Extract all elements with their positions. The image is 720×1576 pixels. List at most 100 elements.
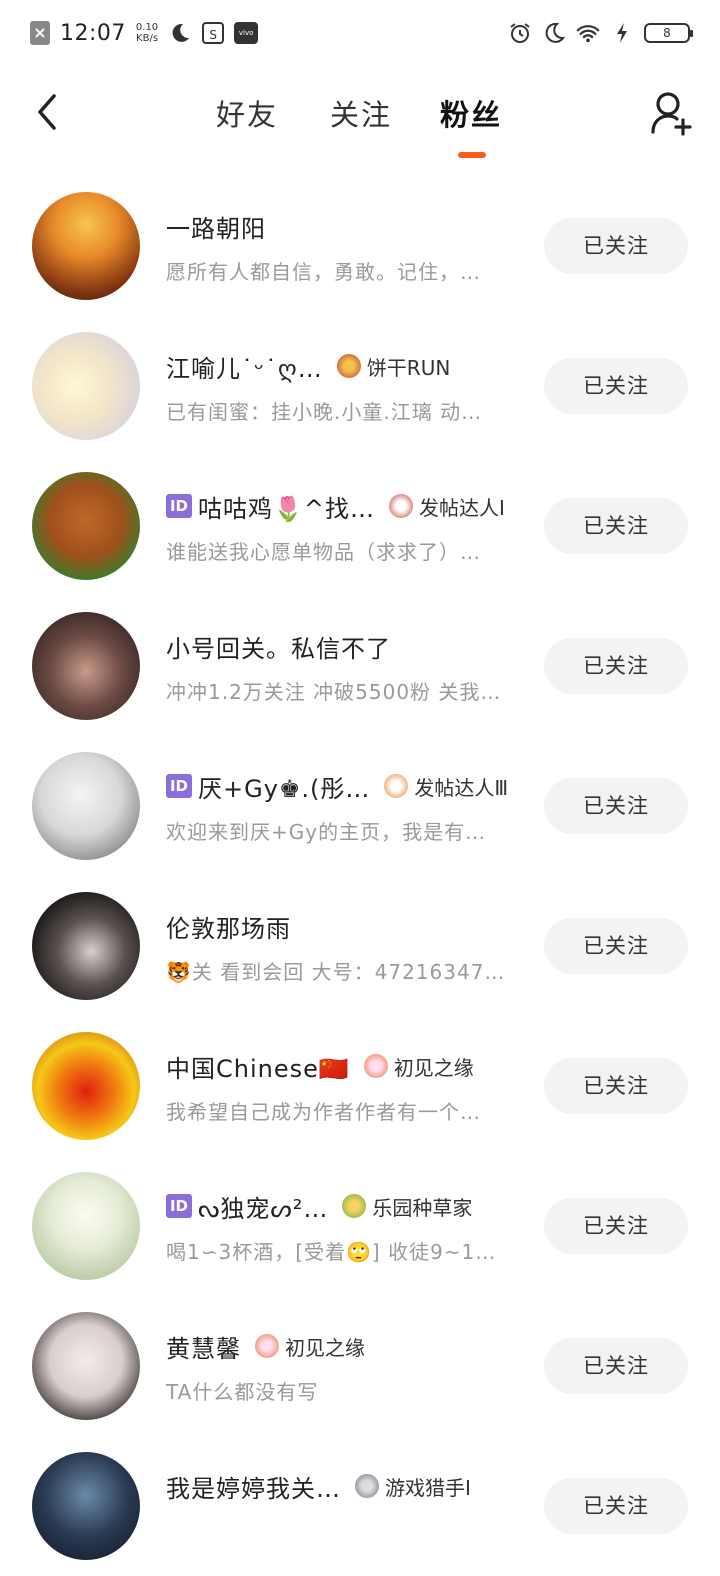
badge-label: 饼干RUN [366,355,451,380]
name-line: 黄慧馨 初见之缘 [166,1328,365,1364]
avatar[interactable] [32,192,140,300]
user-description: 我希望自己成为作者作者有一个… [166,1100,481,1124]
user-badge: 发帖达人Ⅰ [389,492,505,521]
network-speed-unit: KB/s [136,33,159,44]
followed-button[interactable]: 已关注 [544,218,688,274]
user-name: 小号回关。私信不了 [166,634,391,663]
list-item[interactable]: ID ᔓ独宠ᔕ²… 乐园种草家 喝1∽3杯酒，[受着🙄] 收徒9~1… 已关注 [0,1156,720,1296]
first-meet-badge-icon [363,1054,388,1078]
user-badge: 饼干RUN [336,352,451,381]
avatar[interactable] [32,332,140,440]
list-item[interactable]: 中国Chinese🇨🇳 初见之缘 我希望自己成为作者作者有一个… 已关注 [0,1016,720,1156]
wifi-icon [576,21,600,45]
user-name: 黄慧馨 [166,1334,241,1363]
name-line: ID 厌+Gy♚.(彤… 发帖达人Ⅲ [166,768,508,804]
status-left: × 12:07 0.10 KB/s S vivo [30,18,259,48]
list-item[interactable]: ID 厌+Gy♚.(彤… 发帖达人Ⅲ 欢迎来到厌+Gy的主页，我是有… 已关注 [0,736,720,876]
user-description: 🐯关 看到会回 大号：47216347… [166,960,506,984]
active-tab-indicator [458,152,486,158]
s-app-icon: S [202,22,225,44]
user-name: 我是婷婷我关… [166,1474,341,1503]
tab-fans[interactable]: 粉丝 [440,92,502,134]
id-badge-icon: ID [166,494,192,518]
name-line: 中国Chinese🇨🇳 初见之缘 [166,1048,474,1084]
network-speed-value: 0.10 [135,22,159,33]
avatar[interactable] [32,1032,140,1140]
avatar[interactable] [32,892,140,1000]
user-description: 喝1∽3杯酒，[受着🙄] 收徒9~1… [166,1240,497,1264]
list-item[interactable]: 我是婷婷我关… 游戏猎手Ⅰ 已关注 [0,1436,720,1576]
tab-bar: 好友 关注 粉丝 [0,66,720,176]
status-bar: × 12:07 0.10 KB/s S vivo 8 [0,0,720,66]
id-badge-icon: ID [166,1194,192,1218]
first-meet-badge-icon [255,1334,279,1358]
list-item[interactable]: ID 咕咕鸡🌷^找… 发帖达人Ⅰ 谁能送我心愿单物品（求求了）… 已关注 [0,456,720,596]
list-item[interactable]: 黄慧馨 初见之缘 TA什么都没有写 已关注 [0,1296,720,1436]
list-item[interactable]: 江喻儿˙ᵕ˙ღ… 饼干RUN 已有闺蜜：挂小晚.小童.江璃 动… 已关注 [0,316,720,456]
avatar[interactable] [32,752,140,860]
name-line: ID ᔓ独宠ᔕ²… 乐园种草家 [166,1188,472,1224]
notification-x-icon: × [30,21,50,45]
badge-label: 初见之缘 [285,1335,365,1360]
list-item[interactable]: 小号回关。私信不了 冲冲1.2万关注 冲破5500粉 关我… 已关注 [0,596,720,736]
user-name: 厌+Gy♚.(彤… [198,774,371,803]
followed-button[interactable]: 已关注 [544,498,688,554]
badge-label: 游戏猎手Ⅰ [385,1475,471,1500]
user-name: 伦敦那场雨 [166,914,291,943]
badge-label: 初见之缘 [393,1055,474,1080]
user-badge: 发帖达人Ⅲ [384,772,508,801]
status-right: 8 [508,18,693,48]
badge-label: 乐园种草家 [372,1195,473,1220]
user-badge: 游戏猎手Ⅰ [355,1472,471,1501]
name-line: 小号回关。私信不了 [166,628,391,664]
badge-label: 发帖达人Ⅰ [419,495,505,520]
avatar[interactable] [32,1172,140,1280]
user-description: 愿所有人都自信，勇敢。记住，… [166,260,481,284]
user-name: 咕咕鸡🌷^找… [198,494,375,523]
followed-button[interactable]: 已关注 [544,1058,688,1114]
name-line: 一路朝阳 [166,208,266,244]
name-line: 江喻儿˙ᵕ˙ღ… 饼干RUN [166,348,450,384]
user-badge: 乐园种草家 [342,1192,472,1221]
user-name: 一路朝阳 [166,214,266,243]
user-description: TA什么都没有写 [166,1380,319,1404]
name-line: 伦敦那场雨 [166,908,291,944]
moon-icon [168,21,192,45]
status-time: 12:07 [60,20,126,46]
tab-friends[interactable]: 好友 [216,92,278,134]
avatar[interactable] [32,612,140,720]
battery-icon: 8 [644,23,693,43]
id-badge-icon: ID [166,774,192,798]
name-line: 我是婷婷我关… 游戏猎手Ⅰ [166,1468,471,1504]
user-description: 已有闺蜜：挂小晚.小童.江璃 动… [166,400,483,424]
user-description: 谁能送我心愿单物品（求求了）… [166,540,481,564]
user-name: 江喻儿˙ᵕ˙ღ… [166,354,323,383]
tab-following[interactable]: 关注 [330,92,392,134]
user-name: 中国Chinese🇨🇳 [166,1054,350,1083]
alarm-icon [508,21,532,45]
avatar[interactable] [32,1452,140,1560]
add-friend-button[interactable] [650,90,694,136]
followed-button[interactable]: 已关注 [544,358,688,414]
avatar[interactable] [32,472,140,580]
user-badge: 初见之缘 [363,1052,474,1081]
followed-button[interactable]: 已关注 [544,1478,688,1534]
cookie-run-badge-icon [336,354,361,378]
garden-badge-icon [342,1194,367,1218]
game-hunter-badge-icon [355,1474,379,1498]
followed-button[interactable]: 已关注 [544,638,688,694]
followed-button[interactable]: 已关注 [544,1198,688,1254]
user-description: 欢迎来到厌+Gy的主页，我是有… [166,820,487,844]
user-name: ᔓ独宠ᔕ²… [198,1194,329,1223]
list-item[interactable]: 伦敦那场雨 🐯关 看到会回 大号：47216347… 已关注 [0,876,720,1016]
followed-button[interactable]: 已关注 [544,918,688,974]
avatar[interactable] [32,1312,140,1420]
list-item[interactable]: 一路朝阳 愿所有人都自信，勇敢。记住，… 已关注 [0,176,720,316]
name-line: ID 咕咕鸡🌷^找… 发帖达人Ⅰ [166,488,505,524]
vivo-icon: vivo [234,22,259,44]
moon-icon [542,21,566,45]
followed-button[interactable]: 已关注 [544,1338,688,1394]
user-description: 冲冲1.2万关注 冲破5500粉 关我… [166,680,502,704]
header: 好友 关注 粉丝 [0,66,720,176]
followed-button[interactable]: 已关注 [544,778,688,834]
